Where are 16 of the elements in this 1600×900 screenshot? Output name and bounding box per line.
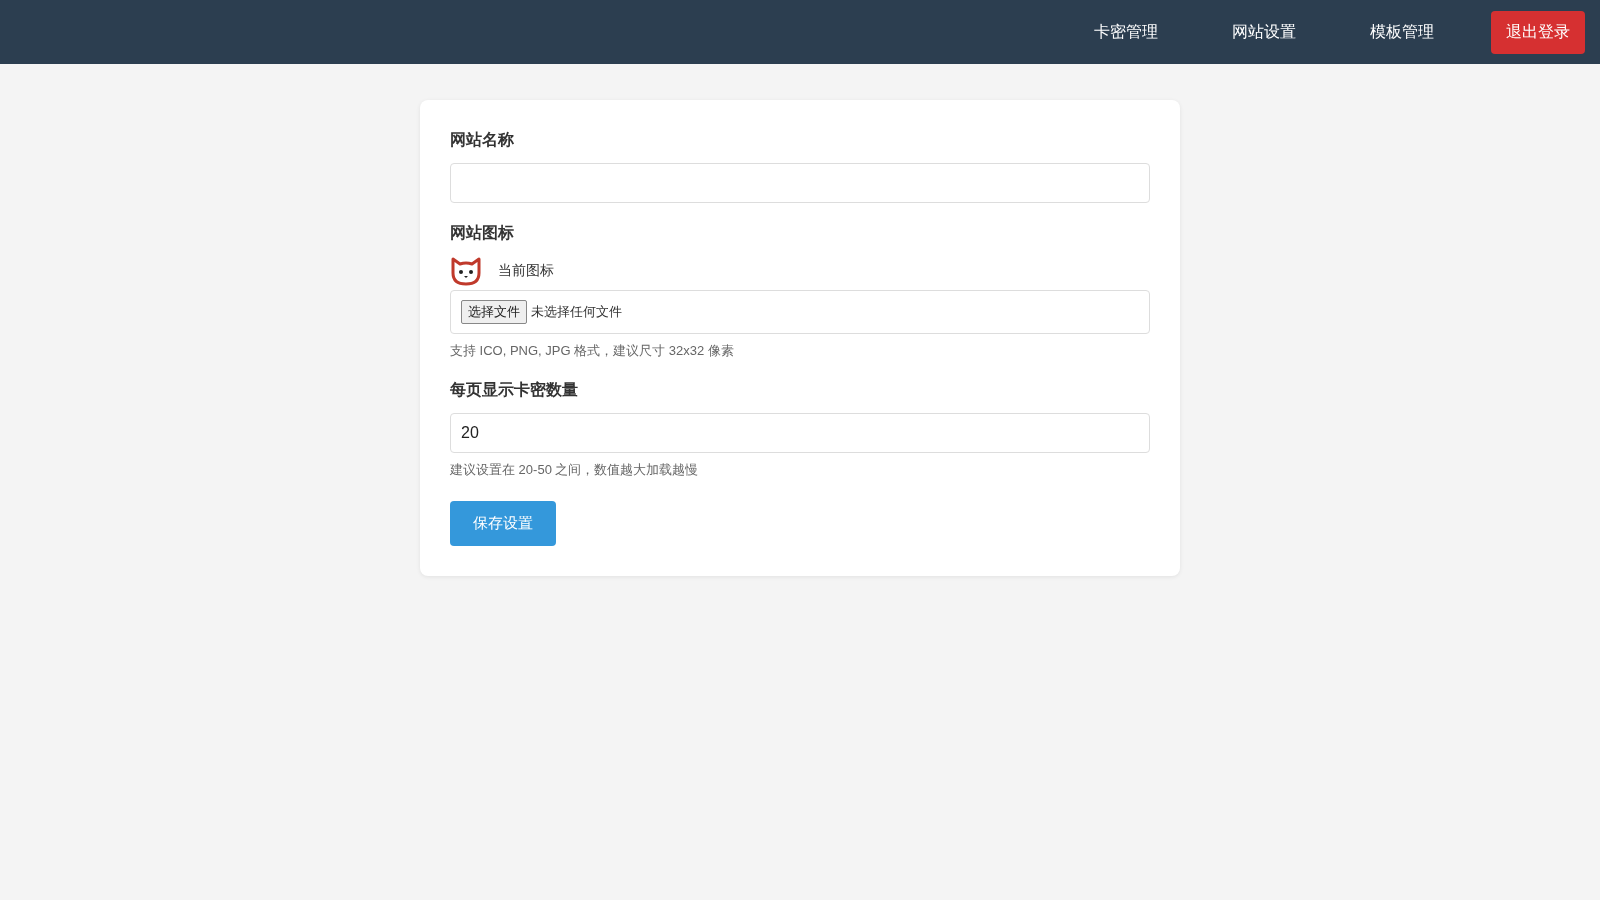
logout-button[interactable]: 退出登录: [1491, 10, 1585, 54]
nav-link[interactable]: 网站设置: [1198, 13, 1330, 51]
nav-link[interactable]: 卡密管理: [1060, 13, 1192, 51]
nav-link[interactable]: 模板管理: [1336, 13, 1468, 51]
file-upload-field[interactable]: 选择文件 未选择任何文件: [450, 290, 1150, 334]
choose-file-button[interactable]: 选择文件: [461, 300, 527, 324]
hint-text: 支持 ICO, PNG, JPG 格式，建议尺寸 32x32 像素: [450, 342, 735, 360]
number-input-field[interactable]: 20: [450, 413, 1150, 453]
cat-face-icon: [450, 256, 482, 286]
text-input-field[interactable]: [450, 163, 1150, 203]
field-label: 每页显示卡密数量: [450, 380, 579, 400]
field-label: 网站名称: [450, 130, 515, 150]
file-status-text: 未选择任何文件: [531, 303, 622, 321]
current-icon-label: 当前图标: [498, 262, 554, 280]
hint-text: 建议设置在 20-50 之间，数值越大加载越慢: [450, 461, 700, 479]
field-label: 网站图标: [450, 223, 515, 243]
